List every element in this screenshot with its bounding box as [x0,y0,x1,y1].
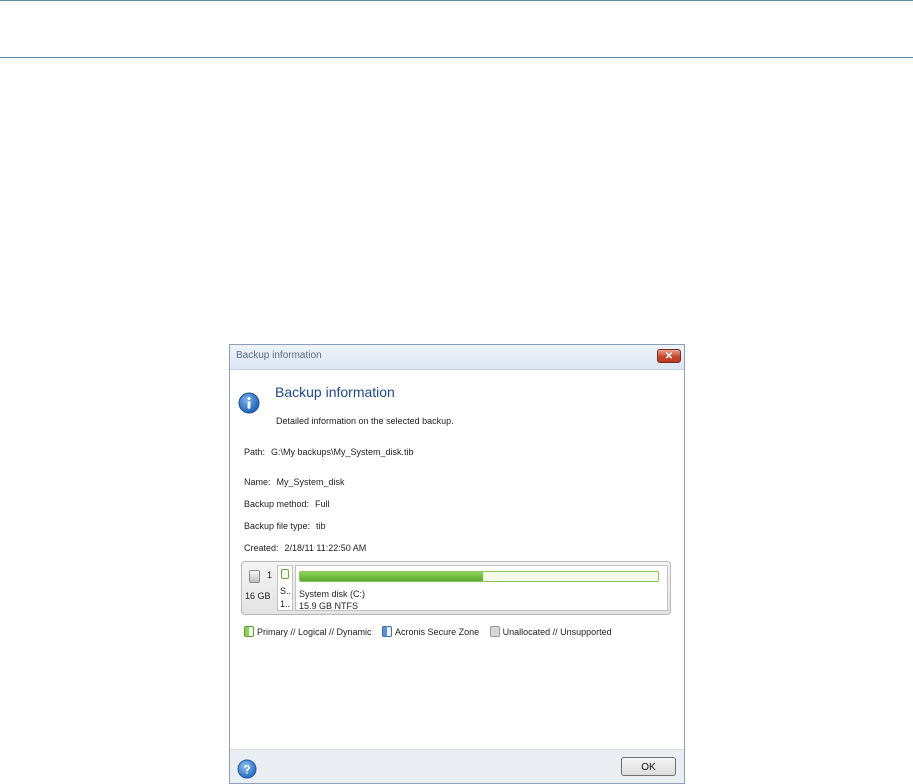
backup-method-value: Full [315,499,330,509]
created-label: Created: [244,543,279,553]
legend-item-unallocated: Unallocated // Unsupported [489,626,612,638]
path-label: Path: [244,447,266,457]
partition-short-label: S.. [280,586,292,596]
partition-legend: Primary // Logical // Dynamic Acronis Se… [244,626,620,638]
secure-zone-swatch-icon [382,626,393,638]
partition-usage-fill [300,572,483,581]
legend-item-secure-zone: Acronis Secure Zone [382,626,480,638]
ok-button[interactable]: OK [621,757,676,776]
svg-text:?: ? [243,763,250,777]
partition-name: System disk (C:) [299,589,366,599]
dialog-title: Backup information [236,350,322,361]
dialog-subtitle: Detailed information on the selected bac… [276,416,454,426]
backup-information-dialog: Backup information ✕ Backup information … [229,344,685,784]
created-field: Created: 2/18/11 11:22:50 AM [244,543,366,553]
legend-item-primary: Primary // Logical // Dynamic [244,626,372,638]
name-label: Name: [244,477,271,487]
partition-cell-system-disk[interactable]: System disk (C:) 15.9 GB NTFS [295,565,668,611]
path-value: G:\My backups\My_System_disk.tib [271,447,414,457]
disk-size: 16 GB [245,591,271,601]
help-icon[interactable]: ? [237,759,257,779]
created-value: 2/18/11 11:22:50 AM [284,543,367,553]
legend-primary-label: Primary // Logical // Dynamic [257,627,372,638]
unallocated-swatch-icon [489,626,500,638]
backup-file-type-field: Backup file type: tib [244,521,326,531]
partition-short-size: 1.. [280,599,291,609]
partition-icon [281,569,289,579]
header-divider-line [0,57,913,58]
partition-cell-small[interactable]: S.. 1.. [277,565,293,611]
name-value: My_System_disk [276,477,345,487]
backup-method-field: Backup method: Full [244,499,330,509]
backup-file-type-value: tib [316,521,326,531]
hard-disk-icon [249,570,260,583]
dialog-heading: Backup information [275,384,395,400]
legend-unallocated-label: Unallocated // Unsupported [502,627,612,638]
primary-swatch-icon [244,626,254,638]
close-icon: ✕ [664,351,674,362]
disk-number: 1 [267,570,273,580]
disk-layout-panel: 1 16 GB S.. 1.. System disk (C:) 15.9 GB… [241,561,671,615]
backup-method-label: Backup method: [244,499,310,509]
dialog-titlebar: Backup information ✕ [230,345,684,370]
legend-secure-zone-label: Acronis Secure Zone [395,627,480,638]
info-icon [238,392,260,414]
top-divider-line [0,0,913,1]
name-field: Name: My_System_disk [244,477,345,487]
backup-file-type-label: Backup file type: [244,521,311,531]
close-button[interactable]: ✕ [657,349,681,363]
partition-detail: 15.9 GB NTFS [299,601,359,611]
partition-usage-bar [299,571,659,582]
dialog-footer: ? OK [230,749,684,783]
path-field: Path: G:\My backups\My_System_disk.tib [244,447,414,457]
